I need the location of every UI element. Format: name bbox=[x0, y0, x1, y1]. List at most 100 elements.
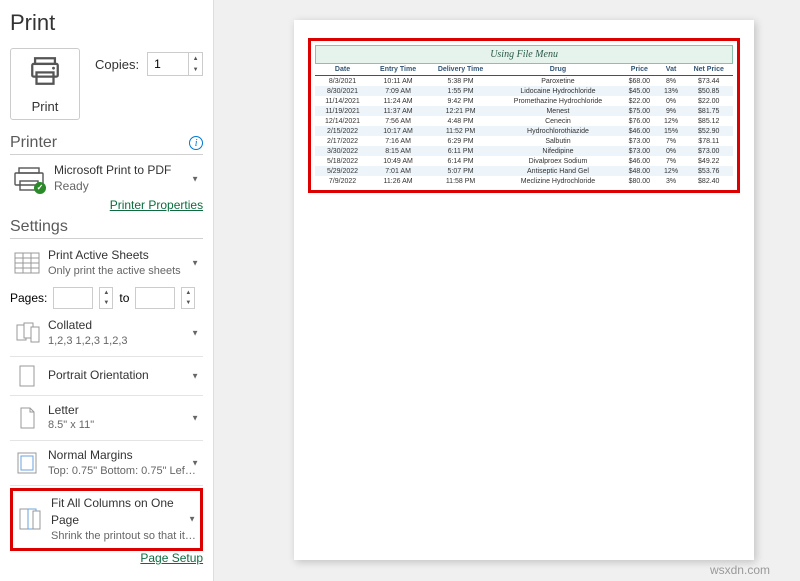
copies-spinner[interactable]: ▲ ▼ bbox=[147, 52, 203, 76]
orientation-main: Portrait Orientation bbox=[48, 367, 201, 384]
table-cell: 10:49 AM bbox=[370, 156, 426, 166]
table-cell: $73.44 bbox=[684, 76, 733, 87]
divider bbox=[10, 485, 203, 486]
printer-icon bbox=[28, 54, 62, 93]
preview-table-title: Using File Menu bbox=[315, 45, 733, 64]
fit-columns-icon bbox=[15, 506, 45, 532]
printer-status: Ready bbox=[54, 179, 171, 195]
pages-to-label: to bbox=[119, 291, 129, 305]
table-cell: 12% bbox=[658, 166, 685, 176]
table-header: Drug bbox=[495, 64, 621, 76]
table-cell: 5:07 PM bbox=[426, 166, 495, 176]
table-cell: $82.40 bbox=[684, 176, 733, 186]
table-cell: 7:16 AM bbox=[370, 136, 426, 146]
table-cell: 6:29 PM bbox=[426, 136, 495, 146]
table-cell: 5/18/2022 bbox=[315, 156, 370, 166]
table-cell: 11:24 AM bbox=[370, 96, 426, 106]
table-cell: 15% bbox=[658, 126, 685, 136]
table-cell: 8% bbox=[658, 76, 685, 87]
collate-icon bbox=[12, 320, 42, 346]
table-cell: $80.00 bbox=[621, 176, 658, 186]
table-cell: $68.00 bbox=[621, 76, 658, 87]
table-cell: 11:58 PM bbox=[426, 176, 495, 186]
table-cell: Paroxetine bbox=[495, 76, 621, 87]
table-cell: 12/14/2021 bbox=[315, 116, 370, 126]
table-cell: 7:09 AM bbox=[370, 86, 426, 96]
table-cell: 0% bbox=[658, 146, 685, 156]
copies-input[interactable] bbox=[148, 54, 188, 74]
table-cell: $49.22 bbox=[684, 156, 733, 166]
table-cell: 9:42 PM bbox=[426, 96, 495, 106]
pages-to-down[interactable]: ▼ bbox=[182, 298, 194, 308]
table-cell: 0% bbox=[658, 96, 685, 106]
paper-size-selector[interactable]: Letter8.5" x 11" ▼ bbox=[10, 398, 203, 438]
print-button[interactable]: Print bbox=[10, 48, 80, 120]
table-cell: $52.90 bbox=[684, 126, 733, 136]
sheets-icon bbox=[12, 250, 42, 276]
settings-section-title: Settings bbox=[10, 218, 68, 236]
table-cell: 5/29/2022 bbox=[315, 166, 370, 176]
table-cell: 1:55 PM bbox=[426, 86, 495, 96]
table-cell: 2/17/2022 bbox=[315, 136, 370, 146]
margins-main: Normal Margins bbox=[48, 447, 201, 464]
printer-properties-link[interactable]: Printer Properties bbox=[10, 198, 203, 212]
paper-sub: 8.5" x 11" bbox=[48, 418, 201, 433]
table-cell: $73.00 bbox=[621, 146, 658, 156]
divider bbox=[10, 440, 203, 441]
divider bbox=[10, 356, 203, 357]
pages-from-up[interactable]: ▲ bbox=[100, 288, 112, 298]
chevron-down-icon: ▼ bbox=[191, 259, 199, 268]
table-cell: 8/30/2021 bbox=[315, 86, 370, 96]
printer-device-icon bbox=[12, 166, 46, 192]
table-cell: 8/3/2021 bbox=[315, 76, 370, 87]
table-cell: $78.11 bbox=[684, 136, 733, 146]
table-header: Entry Time bbox=[370, 64, 426, 76]
print-what-selector[interactable]: Print Active SheetsOnly print the active… bbox=[10, 243, 203, 283]
table-row: 2/17/20227:16 AM6:29 PMSalbutin$73.007%$… bbox=[315, 136, 733, 146]
table-cell: $85.12 bbox=[684, 116, 733, 126]
table-cell: Hydrochlorothiazide bbox=[495, 126, 621, 136]
table-cell: 3/30/2022 bbox=[315, 146, 370, 156]
table-cell: 11/14/2021 bbox=[315, 96, 370, 106]
pages-to-input[interactable] bbox=[135, 287, 175, 309]
table-row: 5/29/20227:01 AM5:07 PMAntiseptic Hand G… bbox=[315, 166, 733, 176]
table-cell: 6:14 PM bbox=[426, 156, 495, 166]
info-icon[interactable]: i bbox=[189, 136, 203, 150]
table-header: Delivery Time bbox=[426, 64, 495, 76]
table-cell: 11/19/2021 bbox=[315, 106, 370, 116]
pages-from-input[interactable] bbox=[53, 287, 93, 309]
table-cell: Nifedipine bbox=[495, 146, 621, 156]
table-cell: $50.85 bbox=[684, 86, 733, 96]
table-cell: 5:38 PM bbox=[426, 76, 495, 87]
table-cell: 7:56 AM bbox=[370, 116, 426, 126]
page-title: Print bbox=[10, 10, 203, 36]
margins-selector[interactable]: Normal MarginsTop: 0.75" Bottom: 0.75" L… bbox=[10, 443, 203, 483]
table-header: Net Price bbox=[684, 64, 733, 76]
table-cell: Lidocaine Hydrochloride bbox=[495, 86, 621, 96]
table-cell: $73.00 bbox=[621, 136, 658, 146]
chevron-down-icon: ▼ bbox=[191, 174, 199, 183]
table-cell: 3% bbox=[658, 176, 685, 186]
collate-sub: 1,2,3 1,2,3 1,2,3 bbox=[48, 334, 201, 349]
table-cell: 10:11 AM bbox=[370, 76, 426, 87]
table-cell: 2/15/2022 bbox=[315, 126, 370, 136]
page-setup-link[interactable]: Page Setup bbox=[10, 551, 203, 565]
copies-down[interactable]: ▼ bbox=[189, 64, 202, 75]
collation-selector[interactable]: Collated1,2,3 1,2,3 1,2,3 ▼ bbox=[10, 313, 203, 353]
table-cell: $22.00 bbox=[621, 96, 658, 106]
table-cell: 7/9/2022 bbox=[315, 176, 370, 186]
table-cell: Salbutin bbox=[495, 136, 621, 146]
table-cell: 11:37 AM bbox=[370, 106, 426, 116]
table-cell: 9% bbox=[658, 106, 685, 116]
table-cell: Divalproex Sodium bbox=[495, 156, 621, 166]
table-header: Vat bbox=[658, 64, 685, 76]
table-cell: $53.76 bbox=[684, 166, 733, 176]
collate-main: Collated bbox=[48, 317, 201, 334]
scaling-selector[interactable]: Fit All Columns on One PageShrink the pr… bbox=[10, 488, 203, 551]
table-cell: 8:15 AM bbox=[370, 146, 426, 156]
copies-up[interactable]: ▲ bbox=[189, 53, 202, 64]
pages-to-up[interactable]: ▲ bbox=[182, 288, 194, 298]
orientation-selector[interactable]: Portrait Orientation ▼ bbox=[10, 359, 203, 393]
pages-from-down[interactable]: ▼ bbox=[100, 298, 112, 308]
printer-selector[interactable]: Microsoft Print to PDF Ready ▼ bbox=[10, 159, 203, 198]
